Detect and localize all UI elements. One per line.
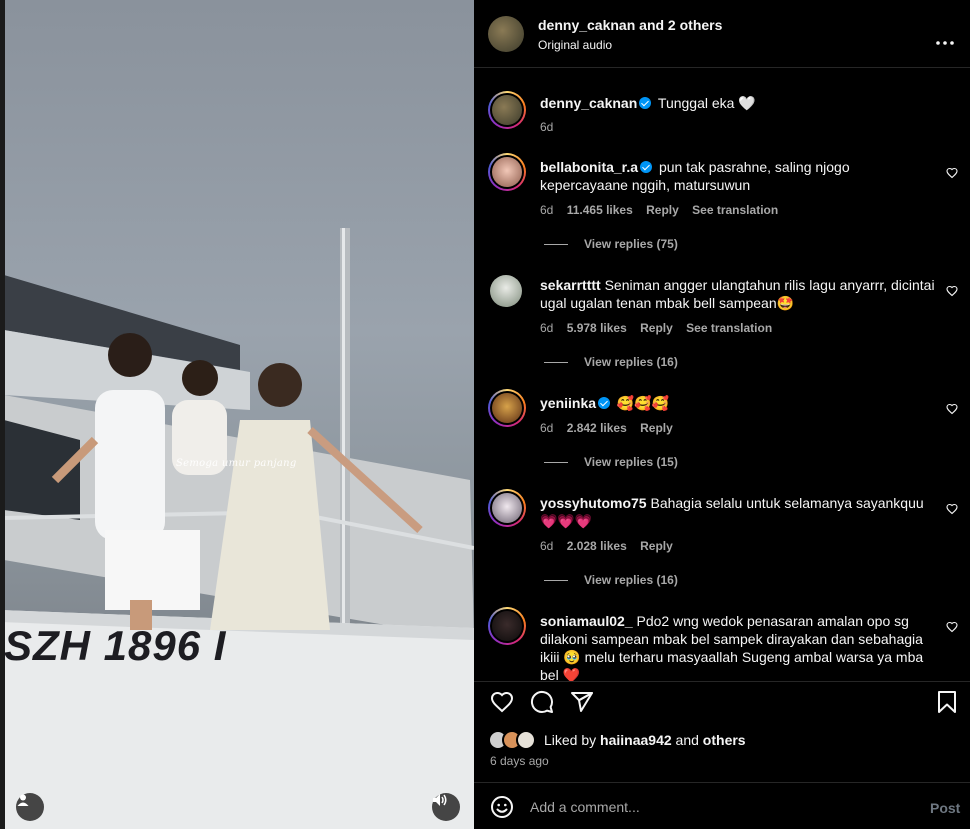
see-translation-button[interactable]: See translation [692, 203, 778, 217]
liked-by-prefix: Liked by [544, 732, 597, 748]
caption-body: Tunggal eka 🤍 [657, 95, 756, 111]
boat-registration-text: SZH 1896 I [4, 622, 227, 669]
comment-meta: 6d 2.028 likes Reply [540, 539, 683, 553]
post-time[interactable]: 6 days ago [490, 754, 549, 768]
speaker-icon[interactable] [432, 793, 460, 821]
liker-avatar [516, 730, 536, 750]
comment-username[interactable]: yossyhutomo75 [540, 495, 647, 511]
comment-input[interactable] [530, 797, 910, 817]
person-icon[interactable] [16, 793, 44, 821]
comment-meta: 6d 2.842 likes Reply [540, 421, 683, 435]
heart-icon[interactable] [490, 690, 514, 719]
comment-username[interactable]: soniamaul02_ [540, 613, 633, 629]
view-replies-button[interactable]: View replies (16) [544, 573, 678, 587]
comment-username[interactable]: bellabonita_r.a [540, 159, 638, 175]
comments-list[interactable]: denny_caknan Tunggal eka 🤍 6d bellabonit… [474, 69, 970, 681]
like-comment-heart-icon[interactable] [946, 402, 958, 420]
commenter-avatar[interactable] [488, 489, 526, 527]
reply-button[interactable]: Reply [640, 421, 673, 435]
reply-button[interactable]: Reply [640, 539, 673, 553]
comment-text: soniamaul02_ Pdo2 wng wedok penasaran am… [540, 612, 940, 681]
verified-badge-icon [640, 161, 653, 173]
comment-age[interactable]: 6d [540, 321, 553, 335]
comment-meta: 6d 11.465 likes Reply See translation [540, 203, 788, 217]
caption-text: denny_caknan Tunggal eka 🤍 [540, 94, 940, 112]
comment-likes[interactable]: 2.028 likes [567, 539, 627, 553]
view-replies-button[interactable]: View replies (75) [544, 237, 678, 251]
comment-text: yossyhutomo75 Bahagia selalu untuk selam… [540, 494, 940, 530]
video-overlay-caption: Semoga umur panjang [176, 458, 297, 469]
commenter-avatar[interactable] [488, 607, 526, 645]
more-horizontal-icon[interactable] [936, 32, 954, 50]
post-button[interactable]: Post [930, 800, 960, 816]
caption-username[interactable]: denny_caknan [540, 95, 637, 111]
reply-button[interactable]: Reply [640, 321, 673, 335]
emoji-icon[interactable] [490, 795, 514, 824]
commenter-avatar[interactable] [490, 275, 522, 307]
view-replies-button[interactable]: View replies (16) [544, 355, 678, 369]
share-icon[interactable] [570, 690, 594, 719]
comment-username[interactable]: yeniinka [540, 395, 596, 411]
verified-badge-icon [598, 397, 611, 409]
see-translation-button[interactable]: See translation [686, 321, 772, 335]
post-header: denny_caknan and 2 others Original audio [474, 0, 970, 68]
caption-avatar[interactable] [488, 91, 526, 129]
reply-button[interactable]: Reply [646, 203, 679, 217]
caption-age[interactable]: 6d [540, 120, 553, 134]
comment-text: sekarrtttt Seniman angger ulangtahun ril… [540, 276, 940, 312]
view-replies-button[interactable]: View replies (15) [544, 455, 678, 469]
comment-likes[interactable]: 11.465 likes [567, 203, 633, 217]
author-avatar[interactable] [488, 16, 524, 52]
like-comment-heart-icon[interactable] [946, 620, 958, 638]
comment-text: bellabonita_r.a pun tak pasrahne, saling… [540, 158, 940, 194]
verified-badge-icon [639, 97, 652, 109]
post-detail-panel: denny_caknan and 2 others Original audio… [474, 0, 970, 829]
comment-body: 🥰🥰🥰 [616, 395, 670, 411]
video-left-edge [0, 0, 5, 829]
author-username[interactable]: denny_caknan [538, 17, 635, 33]
comment-icon[interactable] [530, 690, 554, 719]
coauthors-link[interactable]: and 2 others [639, 17, 722, 33]
reel-video[interactable]: Semoga umur panjang SZH 1896 I [0, 0, 474, 829]
add-comment-bar: Post [474, 782, 970, 829]
caption-meta: 6d [540, 120, 563, 134]
video-frame [0, 228, 474, 829]
comment-age[interactable]: 6d [540, 421, 553, 435]
commenter-avatar[interactable] [488, 389, 526, 427]
post-author[interactable]: denny_caknan and 2 others [538, 17, 722, 33]
like-comment-heart-icon[interactable] [946, 502, 958, 520]
comment-likes[interactable]: 2.842 likes [567, 421, 627, 435]
comment-meta: 6d 5.978 likes Reply See translation [540, 321, 782, 335]
liked-by-and: and [675, 732, 699, 748]
comment-username[interactable]: sekarrtttt [540, 277, 601, 293]
like-comment-heart-icon[interactable] [946, 166, 958, 184]
liked-by-text: Liked by haiinaa942 and others [544, 732, 746, 748]
comment-text: yeniinka 🥰🥰🥰 [540, 394, 940, 412]
commenter-avatar[interactable] [488, 153, 526, 191]
like-comment-heart-icon[interactable] [946, 284, 958, 302]
comment-age[interactable]: 6d [540, 203, 553, 217]
audio-link[interactable]: Original audio [538, 38, 612, 52]
bookmark-icon[interactable] [936, 690, 958, 719]
comment-age[interactable]: 6d [540, 539, 553, 553]
liked-by-others[interactable]: others [703, 732, 746, 748]
comment-likes[interactable]: 5.978 likes [567, 321, 627, 335]
liked-by-user[interactable]: haiinaa942 [600, 732, 672, 748]
post-actions: Liked by haiinaa942 and others 6 days ag… [474, 681, 970, 781]
